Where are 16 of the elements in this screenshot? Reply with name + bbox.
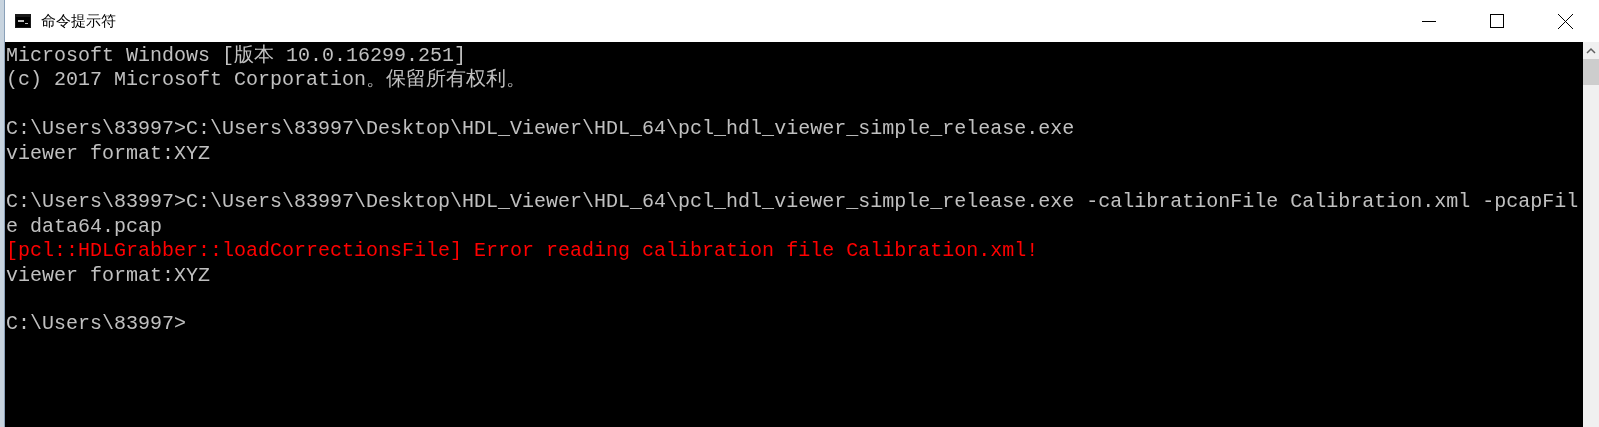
error-line: [pcl::HDLGrabber::loadCorrectionsFile] Error reading calibration file Calibration.xml!: [6, 239, 1039, 264]
console-line: e data64.pcap: [6, 214, 163, 240]
scrollbar-thumb[interactable]: [1583, 59, 1599, 85]
minimize-icon: [1422, 20, 1436, 22]
console-line: C:\Users\83997>C:\Users\83997\Desktop\HDL_Viewer\HDL_64\pcl_hdl_viewer_simple_release.exe -calibrationFile Calibration.xml -pcapFil: [6, 190, 1579, 215]
console-line: C:\Users\83997>C:\Users\83997\Desktop\HDL_Viewer\HDL_64\pcl_hdl_viewer_simple_release.exe: [6, 117, 1075, 142]
console-line: viewer format:XYZ: [6, 141, 211, 166]
console-line: C:\Users\83997>: [6, 312, 187, 337]
window-title: 命令提示符: [41, 10, 116, 31]
console-line: Microsoft Windows [版本 10.0.16299.251]: [6, 44, 467, 68]
maximize-icon: [1490, 14, 1504, 28]
close-icon: [1557, 13, 1573, 29]
scrollbar[interactable]: [1583, 42, 1599, 427]
command-prompt-icon: [15, 14, 31, 28]
console-line: (c) 2017 Microsoft Corporation。保留所有权利。: [6, 68, 527, 93]
console-line: viewer format:XYZ: [6, 263, 211, 289]
